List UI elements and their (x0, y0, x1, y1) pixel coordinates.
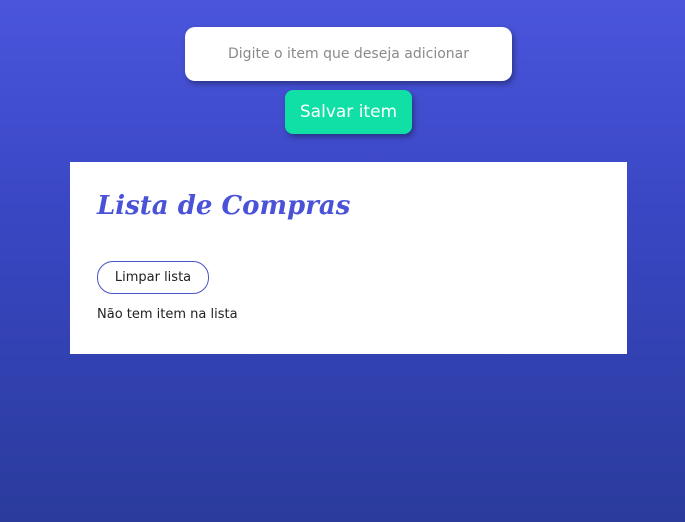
clear-list-button[interactable]: Limpar lista (97, 261, 209, 294)
item-input[interactable] (185, 27, 512, 81)
save-item-button[interactable]: Salvar item (285, 90, 412, 134)
shopping-list-card: Lista de Compras Limpar lista Não tem it… (70, 162, 627, 354)
list-title: Lista de Compras (97, 191, 351, 221)
empty-list-message: Não tem item na lista (97, 307, 238, 322)
